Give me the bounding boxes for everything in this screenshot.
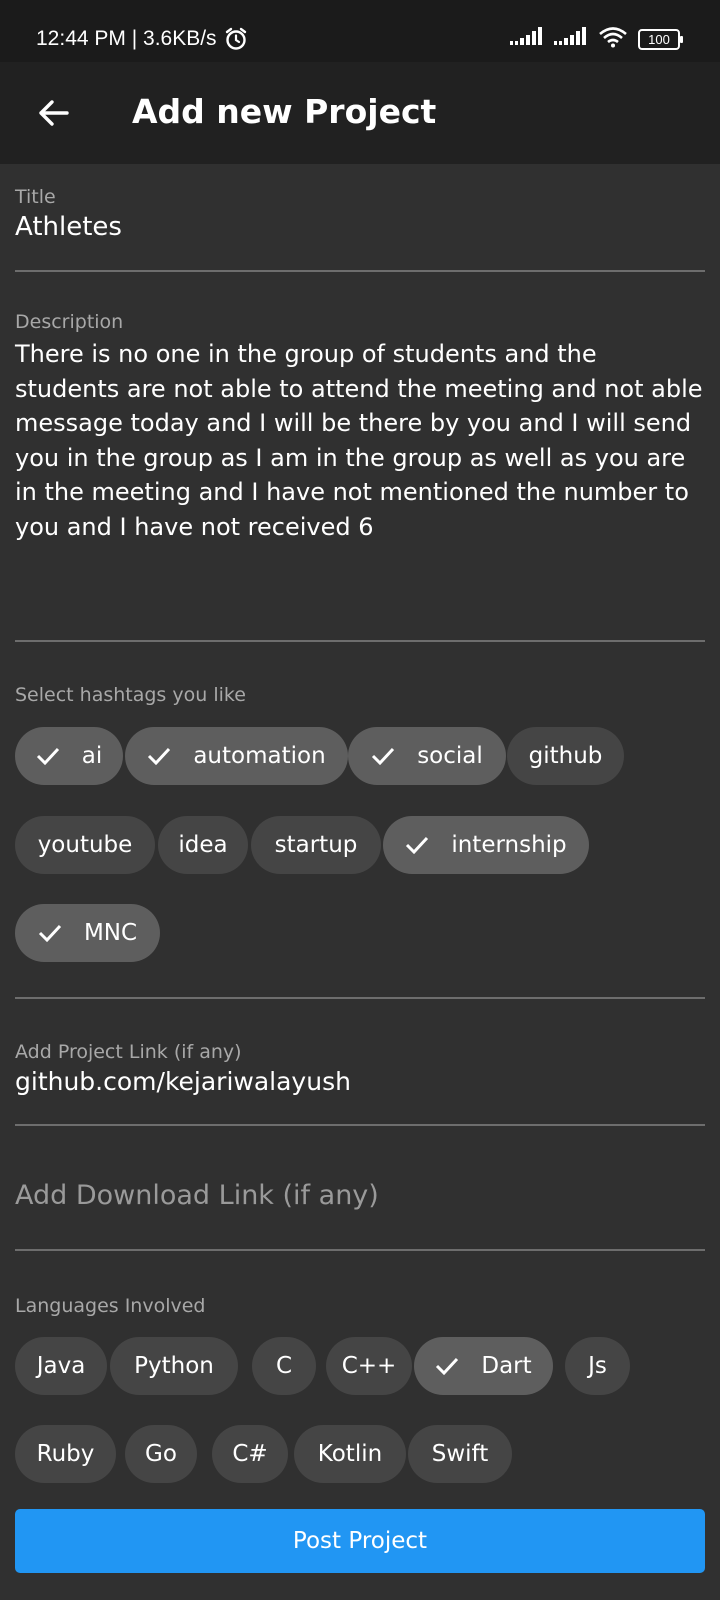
check-icon	[435, 1357, 459, 1375]
check-icon	[405, 836, 429, 854]
chip-label: Ruby	[36, 1441, 95, 1467]
hashtag-chip-automation[interactable]: automation	[125, 727, 348, 785]
language-chip-dart[interactable]: Dart	[414, 1337, 553, 1395]
chip-label: idea	[178, 832, 228, 858]
status-left: 12:44 PM | 3.6KB/s	[36, 26, 249, 52]
app-bar: Add new Project	[0, 62, 720, 164]
description-underline	[15, 640, 705, 642]
description-input[interactable]: There is no one in the group of students…	[15, 337, 705, 544]
language-chip-java[interactable]: Java	[15, 1337, 107, 1395]
language-chip-go[interactable]: Go	[125, 1425, 197, 1483]
chip-label: ai	[81, 743, 103, 769]
check-icon	[38, 924, 62, 942]
hashtags-section: Select hashtags you like	[15, 684, 705, 706]
hashtag-chip-startup[interactable]: startup	[251, 816, 381, 874]
chip-label: github	[528, 743, 603, 769]
page-title: Add new Project	[132, 92, 437, 131]
languages-section: Languages Involved	[15, 1295, 705, 1317]
hashtag-chip-internship[interactable]: internship	[383, 816, 589, 874]
alarm-icon	[223, 26, 249, 52]
time-speed: 12:44 PM | 3.6KB/s	[36, 27, 217, 50]
language-chip-kotlin[interactable]: Kotlin	[294, 1425, 406, 1483]
check-icon	[36, 747, 60, 765]
project-link-underline	[15, 1124, 705, 1126]
check-icon	[147, 747, 171, 765]
chip-label: C++	[341, 1353, 397, 1379]
title-field[interactable]: Title Athletes	[15, 186, 705, 242]
title-input[interactable]: Athletes	[15, 212, 705, 242]
languages-label: Languages Involved	[15, 1295, 206, 1317]
signal-icon	[554, 27, 588, 51]
chip-label: youtube	[37, 832, 133, 858]
hashtag-chip-github[interactable]: github	[507, 727, 624, 785]
chip-label: Go	[145, 1441, 177, 1467]
back-button[interactable]	[26, 86, 80, 140]
chip-label: Swift	[431, 1441, 489, 1467]
language-chip-js[interactable]: Js	[565, 1337, 630, 1395]
language-chip-c[interactable]: C	[252, 1337, 316, 1395]
language-chip-ruby[interactable]: Ruby	[15, 1425, 116, 1483]
battery-icon: 100	[638, 28, 683, 50]
chip-label: C#	[232, 1441, 268, 1467]
chip-label: startup	[274, 832, 358, 858]
hashtags-label: Select hashtags you like	[15, 684, 246, 706]
download-link-field[interactable]: Add Download Link (if any)	[15, 1180, 705, 1211]
status-right: 100	[510, 26, 683, 52]
chip-label: MNC	[83, 920, 138, 946]
chip-label: internship	[451, 832, 567, 858]
hashtag-chip-social[interactable]: social	[348, 727, 506, 785]
chip-label: social	[417, 743, 483, 769]
language-chip-swift[interactable]: Swift	[408, 1425, 512, 1483]
chip-label: Dart	[481, 1353, 532, 1379]
chip-label: C	[275, 1353, 293, 1379]
post-project-button[interactable]: Post Project	[15, 1509, 705, 1573]
chip-label: automation	[193, 743, 326, 769]
project-link-input[interactable]: github.com/kejariwalayush	[15, 1067, 705, 1096]
language-chip-cpp[interactable]: C++	[326, 1337, 412, 1395]
language-chip-csharp[interactable]: C#	[212, 1425, 288, 1483]
title-underline	[15, 270, 705, 272]
status-bar: 12:44 PM | 3.6KB/s 100	[0, 0, 720, 62]
download-link-underline	[15, 1249, 705, 1251]
signal-icon	[510, 27, 544, 51]
description-field[interactable]: Description There is no one in the group…	[15, 311, 705, 544]
project-link-field[interactable]: Add Project Link (if any) github.com/kej…	[15, 1041, 705, 1096]
hashtag-chip-youtube[interactable]: youtube	[15, 816, 155, 874]
chip-label: Java	[36, 1353, 86, 1379]
title-label: Title	[15, 186, 56, 208]
chip-label: Python	[134, 1353, 214, 1379]
chip-label: Kotlin	[317, 1441, 383, 1467]
download-link-input[interactable]: Add Download Link (if any)	[15, 1180, 705, 1211]
wifi-icon	[598, 26, 628, 52]
language-chip-python[interactable]: Python	[110, 1337, 238, 1395]
check-icon	[371, 747, 395, 765]
hashtag-chip-idea[interactable]: idea	[158, 816, 248, 874]
chip-label: Js	[588, 1353, 607, 1379]
hashtags-divider	[15, 997, 705, 999]
arrow-left-icon	[37, 99, 69, 127]
hashtag-chip-ai[interactable]: ai	[15, 727, 123, 785]
project-link-label: Add Project Link (if any)	[15, 1041, 242, 1063]
description-label: Description	[15, 311, 124, 333]
hashtag-chip-mnc[interactable]: MNC	[15, 904, 160, 962]
